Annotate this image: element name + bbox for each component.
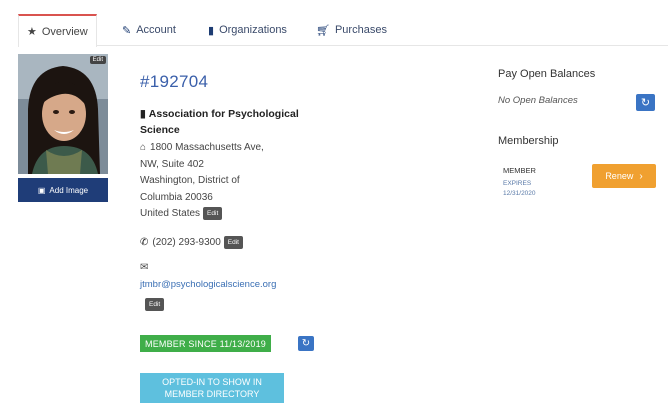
membership-expires-date: 12/31/2020 bbox=[503, 190, 536, 197]
image-icon: ▣ bbox=[37, 185, 46, 195]
refresh-icon[interactable]: ↻ bbox=[636, 94, 655, 111]
tab-overview[interactable]: ★ Overview bbox=[18, 14, 97, 47]
membership-status: MEMBER bbox=[503, 166, 536, 175]
profile-photo: Edit bbox=[18, 54, 108, 174]
tab-purchases[interactable]: 🛒︎ Purchases bbox=[308, 14, 395, 46]
photo-edit-button[interactable]: Edit bbox=[89, 56, 106, 64]
add-image-button[interactable]: ▣ Add Image bbox=[18, 178, 108, 202]
optin-line: OPTED-IN TO SHOW IN bbox=[162, 377, 262, 387]
edit-icon: ✎ bbox=[122, 24, 132, 37]
add-image-label: Add Image bbox=[49, 185, 89, 195]
optin-line: MEMBER DIRECTORY bbox=[164, 389, 260, 399]
open-balances-value: No Open Balances bbox=[498, 95, 578, 106]
address-edit-button[interactable]: Edit bbox=[203, 206, 223, 220]
tab-bar: ★ Overview ✎ Account ▮ Organizations 🛒︎ … bbox=[18, 14, 668, 47]
renew-button[interactable]: Renew › bbox=[592, 164, 656, 188]
tab-organizations[interactable]: ▮ Organizations bbox=[200, 14, 295, 46]
email-edit-button[interactable]: Edit bbox=[145, 298, 165, 312]
tab-account[interactable]: ✎ Account bbox=[114, 14, 184, 46]
email-link[interactable]: jtmbr@psychologicalscience.org bbox=[140, 279, 276, 290]
address-line: NW, Suite 402 bbox=[140, 158, 204, 170]
star-icon: ★ bbox=[27, 26, 37, 38]
chevron-right-icon: › bbox=[639, 170, 643, 182]
tab-label: Account bbox=[136, 24, 176, 36]
address-line: 1800 Massachusetts Ave, bbox=[150, 142, 264, 153]
open-balances-title: Pay Open Balances bbox=[498, 68, 596, 80]
phone-row: ✆ (202) 293-9300 Edit bbox=[140, 236, 243, 249]
refresh-icon[interactable]: ↻ bbox=[298, 336, 314, 351]
building-icon: ▮ bbox=[208, 24, 215, 37]
renew-label: Renew bbox=[605, 171, 634, 181]
email-edit-wrap: Edit bbox=[145, 296, 165, 314]
address-line: United States bbox=[140, 208, 201, 219]
organization-name-text: Association for Psychological Science bbox=[140, 108, 299, 136]
tab-label: Organizations bbox=[219, 24, 287, 36]
building-icon: ▮ bbox=[140, 108, 146, 120]
organization-name: ▮ Association for Psychological Science bbox=[140, 106, 320, 138]
tab-label: Purchases bbox=[334, 24, 387, 36]
phone-icon: ✆ bbox=[140, 237, 149, 249]
tab-label: Overview bbox=[41, 25, 88, 38]
member-since-badge: MEMBER SINCE 11/13/2019 bbox=[140, 335, 271, 352]
cart-icon: 🛒︎ bbox=[316, 24, 330, 37]
address-block: ⌂ 1800 Massachusetts Ave, NW, Suite 402 W… bbox=[140, 140, 315, 223]
phone-number: (202) 293-9300 bbox=[152, 237, 221, 249]
address-line: Washington, District of bbox=[140, 175, 240, 186]
membership-expires-label: EXPIRES bbox=[503, 180, 532, 187]
directory-optin-badge: OPTED-IN TO SHOW IN MEMBER DIRECTORY bbox=[140, 373, 284, 403]
member-id: #192704 bbox=[140, 72, 209, 91]
phone-edit-button[interactable]: Edit bbox=[223, 236, 243, 249]
home-icon: ⌂ bbox=[140, 142, 147, 153]
address-line: Columbia 20036 bbox=[140, 191, 213, 203]
membership-title: Membership bbox=[498, 135, 559, 147]
envelope-icon: ✉ bbox=[140, 262, 149, 273]
